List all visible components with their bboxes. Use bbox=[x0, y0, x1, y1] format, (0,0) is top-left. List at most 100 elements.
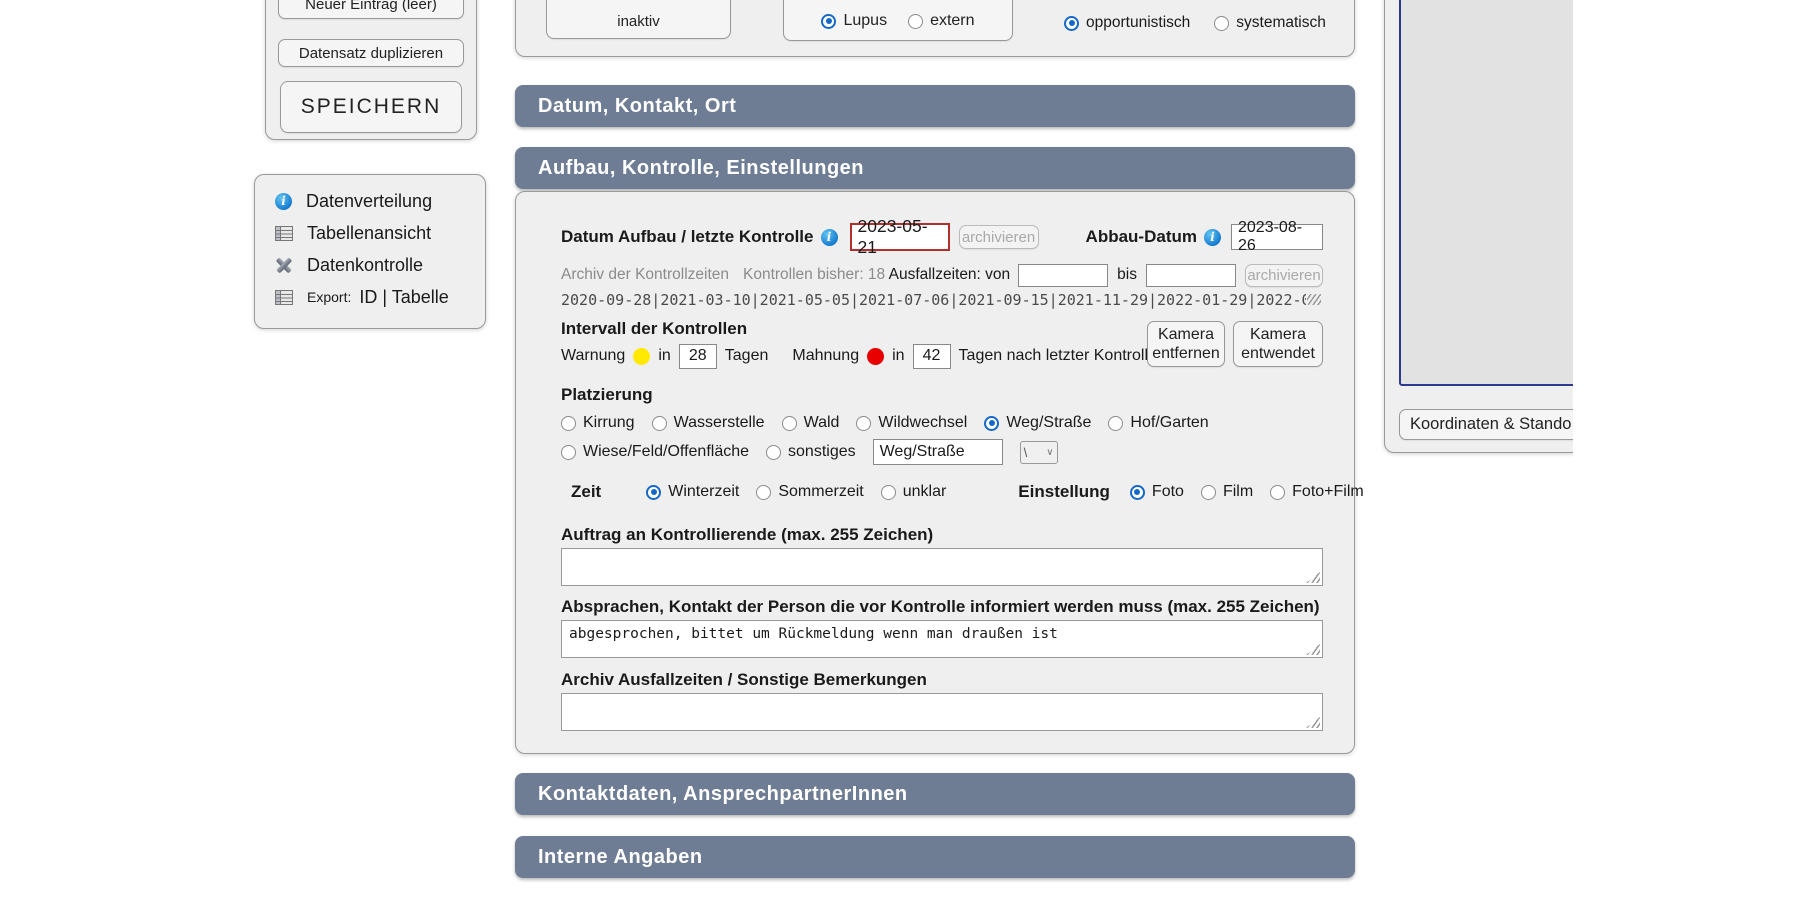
zeit-radio-unklar[interactable] bbox=[881, 485, 896, 500]
dates-resize-grip[interactable] bbox=[1307, 294, 1321, 305]
archive-link[interactable]: Archiv der Kontrollzeiten bbox=[561, 266, 729, 284]
archive-downtime-button[interactable]: archivieren bbox=[1245, 264, 1323, 287]
downtime-from-input[interactable] bbox=[1018, 264, 1108, 287]
placement-label[interactable]: Hof/Garten bbox=[1130, 414, 1208, 432]
resize-grip-icon[interactable] bbox=[1306, 644, 1320, 655]
einstellung-label: Einstellung bbox=[1018, 482, 1110, 502]
placement-label[interactable]: Weg/Straße bbox=[1006, 414, 1091, 432]
placement-radio-kirrung[interactable] bbox=[561, 416, 576, 431]
downtime-to-input[interactable] bbox=[1146, 264, 1236, 287]
opportunistic-radio[interactable] bbox=[1064, 16, 1079, 31]
actions-panel: Neuer Eintrag (leer) Datensatz duplizier… bbox=[265, 0, 477, 140]
placement-radio-wildwechsel[interactable] bbox=[856, 416, 871, 431]
einstellung-option-label[interactable]: Foto+Film bbox=[1292, 483, 1364, 501]
reminder-dot bbox=[867, 348, 884, 365]
placement-label[interactable]: Wiese/Feld/Offenfläche bbox=[583, 443, 749, 461]
save-button[interactable]: SPEICHERN bbox=[280, 81, 462, 133]
einstellung-option-label[interactable]: Film bbox=[1223, 483, 1253, 501]
lupus-radio[interactable] bbox=[821, 14, 836, 29]
camera-remove-line1: Kamera bbox=[1158, 325, 1214, 344]
camera-remove-button[interactable]: Kamera entfernen bbox=[1147, 321, 1225, 367]
systematic-label[interactable]: systematisch bbox=[1236, 14, 1326, 32]
placement-radio-weg-strasse[interactable] bbox=[984, 416, 999, 431]
section-header-datum[interactable]: Datum, Kontakt, Ort bbox=[515, 85, 1355, 127]
downtime-from-label: Ausfallzeiten: von bbox=[889, 266, 1011, 284]
aufbau-panel: Datum Aufbau / letzte Kontrolle i 2023-0… bbox=[515, 191, 1355, 754]
controls-count: Kontrollen bisher: 18 bbox=[743, 266, 885, 284]
zeit-option-label[interactable]: Sommerzeit bbox=[778, 483, 863, 501]
interval-row: Warnung in 28 Tagen Mahnung in 42 Tagen … bbox=[561, 342, 1161, 370]
menu-item-export[interactable]: Export: ID | Tabelle bbox=[255, 281, 485, 313]
setup-info-icon[interactable]: i bbox=[821, 229, 838, 246]
archive-button[interactable]: archivieren bbox=[959, 225, 1039, 249]
interval-title: Intervall der Kontrollen bbox=[561, 318, 747, 340]
resize-grip-icon[interactable] bbox=[1306, 572, 1320, 583]
textarea-auftrag[interactable] bbox=[561, 548, 1323, 586]
placement-radio-hof-garten[interactable] bbox=[1108, 416, 1123, 431]
placement-label[interactable]: sonstiges bbox=[788, 443, 856, 461]
extern-radio[interactable] bbox=[908, 14, 923, 29]
placement-label[interactable]: Wildwechsel bbox=[878, 414, 967, 432]
status-strip: inaktiv Lupus extern opportunistisch sys… bbox=[515, 0, 1355, 57]
coordinates-button[interactable]: Koordinaten & Stando bbox=[1399, 409, 1573, 440]
textarea3-label: Archiv Ausfallzeiten / Sonstige Bemerkun… bbox=[561, 669, 927, 691]
placement-label[interactable]: Kirrung bbox=[583, 414, 635, 432]
extern-label[interactable]: extern bbox=[930, 12, 974, 30]
opportunistic-label[interactable]: opportunistisch bbox=[1086, 14, 1190, 32]
menu-label: Datenverteilung bbox=[306, 191, 432, 212]
mode-radio-group: opportunistisch systematisch bbox=[1064, 11, 1326, 35]
section-header-aufbau[interactable]: Aufbau, Kontrolle, Einstellungen bbox=[515, 147, 1355, 189]
export-targets[interactable]: ID | Tabelle bbox=[359, 287, 448, 308]
interval-suffix: Tagen nach letzter Kontrolle. bbox=[959, 347, 1162, 365]
section-header-intern[interactable]: Interne Angaben bbox=[515, 836, 1355, 878]
placement-label[interactable]: Wasserstelle bbox=[674, 414, 765, 432]
textarea-absprachen[interactable]: abgesprochen, bittet um Rückmeldung wenn… bbox=[561, 620, 1323, 658]
systematic-radio[interactable] bbox=[1214, 16, 1229, 31]
duplicate-record-button[interactable]: Datensatz duplizieren bbox=[278, 39, 464, 67]
menu-item-tabellenansicht[interactable]: Tabellenansicht bbox=[255, 217, 485, 249]
einstellung-radio-foto[interactable] bbox=[1130, 485, 1145, 500]
einstellung-radio-film[interactable] bbox=[1201, 485, 1216, 500]
zeit-radio-winterzeit[interactable] bbox=[646, 485, 661, 500]
warning-days-input[interactable]: 28 bbox=[679, 344, 717, 369]
teardown-date-input[interactable]: 2023-08-26 bbox=[1231, 224, 1323, 250]
reminder-label: Mahnung bbox=[792, 347, 859, 365]
section-header-kontaktdaten[interactable]: Kontaktdaten, AnsprechpartnerInnen bbox=[515, 773, 1355, 815]
menu-item-datenkontrolle[interactable]: Datenkontrolle bbox=[255, 249, 485, 281]
zeit-label: Zeit bbox=[571, 482, 601, 502]
menu-item-datenverteilung[interactable]: i Datenverteilung bbox=[255, 185, 485, 217]
new-entry-button[interactable]: Neuer Eintrag (leer) bbox=[278, 0, 464, 19]
placement-radio-wald[interactable] bbox=[782, 416, 797, 431]
placement-title: Platzierung bbox=[561, 384, 653, 406]
placement-row1: Kirrung Wasserstelle Wald Wildwechsel We… bbox=[561, 411, 1209, 435]
setup-date-input[interactable]: 2023-05-21 bbox=[850, 223, 950, 251]
map-placeholder[interactable] bbox=[1399, 0, 1573, 386]
reminder-days-input[interactable]: 42 bbox=[913, 344, 951, 369]
teardown-info-icon[interactable]: i bbox=[1204, 229, 1221, 246]
warning-dot bbox=[633, 348, 650, 365]
placement-text-input[interactable]: Weg/Straße bbox=[873, 439, 1003, 465]
warning-label: Warnung bbox=[561, 347, 625, 365]
einstellung-radio-foto-film[interactable] bbox=[1270, 485, 1285, 500]
placement-label[interactable]: Wald bbox=[804, 414, 840, 432]
textarea2-label: Absprachen, Kontakt der Person die vor K… bbox=[561, 596, 1320, 618]
camera-stolen-line2: entwendet bbox=[1241, 344, 1315, 363]
resize-grip-icon[interactable] bbox=[1306, 717, 1320, 728]
placement-radio-wiese[interactable] bbox=[561, 445, 576, 460]
einstellung-option-label[interactable]: Foto bbox=[1152, 483, 1184, 501]
textarea-archiv-bemerkungen[interactable] bbox=[561, 693, 1323, 731]
export-prefix: Export: bbox=[307, 289, 351, 305]
inactive-button[interactable]: inaktiv bbox=[546, 0, 731, 39]
lupus-label[interactable]: Lupus bbox=[843, 12, 887, 30]
camera-remove-line2: entfernen bbox=[1152, 344, 1220, 363]
placement-dropdown-value: \ bbox=[1024, 445, 1028, 460]
camera-stolen-button[interactable]: Kamera entwendet bbox=[1233, 321, 1323, 367]
placement-dropdown[interactable]: \ ∨ bbox=[1020, 441, 1058, 464]
in-label-1: in bbox=[658, 347, 670, 365]
placement-radio-sonstiges[interactable] bbox=[766, 445, 781, 460]
placement-radio-wasserstelle[interactable] bbox=[652, 416, 667, 431]
zeit-option-label[interactable]: unklar bbox=[903, 483, 947, 501]
zeit-option-label[interactable]: Winterzeit bbox=[668, 483, 739, 501]
zeit-radio-sommerzeit[interactable] bbox=[756, 485, 771, 500]
table-icon bbox=[275, 290, 293, 305]
